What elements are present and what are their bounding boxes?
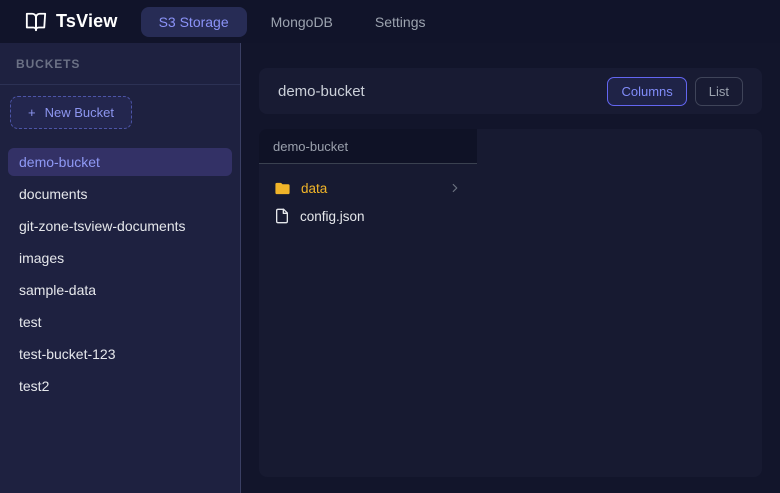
bucket-list: demo-bucket documents git-zone-tsview-docu…: [0, 137, 240, 412]
view-button-columns[interactable]: Columns: [607, 77, 686, 106]
sidebar: BUCKETS + New Bucket demo-bucket document…: [0, 43, 241, 493]
sidebar-item-images[interactable]: images: [8, 244, 232, 272]
sidebar-item-sample-data[interactable]: sample-data: [8, 276, 232, 304]
folder-icon: [274, 180, 291, 197]
file-icon: [274, 208, 290, 224]
sidebar-item-demo-bucket[interactable]: demo-bucket: [8, 148, 232, 176]
tab-s3-storage[interactable]: S3 Storage: [141, 7, 247, 37]
tab-settings[interactable]: Settings: [357, 7, 444, 37]
entry-label: data: [301, 181, 327, 196]
new-bucket-wrap: + New Bucket: [0, 85, 240, 137]
entry-config-json[interactable]: config.json: [265, 202, 471, 230]
sidebar-item-test[interactable]: test: [8, 308, 232, 336]
top-bar: TsView S3 StorageMongoDBSettings: [0, 0, 780, 43]
sidebar-item-test-bucket-123[interactable]: test-bucket-123: [8, 340, 232, 368]
book-open-icon: [25, 11, 47, 33]
nav-tabs: S3 StorageMongoDBSettings: [141, 7, 444, 37]
entry-data[interactable]: data: [265, 174, 471, 202]
plus-icon: +: [28, 105, 36, 120]
layout: BUCKETS + New Bucket demo-bucket document…: [0, 43, 780, 493]
app-title: TsView: [56, 11, 118, 32]
column-header: demo-bucket: [259, 129, 477, 164]
main-content: demo-bucket Columns List demo-bucket data c…: [241, 43, 780, 493]
buckets-section-title: BUCKETS: [0, 43, 240, 85]
sidebar-item-git-zone-tsview-documents[interactable]: git-zone-tsview-documents: [8, 212, 232, 240]
view-mode-buttons: Columns List: [607, 77, 743, 106]
sidebar-item-documents[interactable]: documents: [8, 180, 232, 208]
file-browser-panel: demo-bucket data config.json: [259, 129, 762, 477]
browser-column: demo-bucket data config.json: [259, 129, 477, 477]
view-button-list[interactable]: List: [695, 77, 743, 106]
chevron-right-icon: [448, 181, 462, 195]
sidebar-item-test2[interactable]: test2: [8, 372, 232, 400]
new-bucket-button[interactable]: + New Bucket: [10, 96, 132, 129]
column-items: data config.json: [259, 164, 477, 240]
tab-mongodb[interactable]: MongoDB: [253, 7, 351, 37]
entry-label: config.json: [300, 209, 365, 224]
new-bucket-label: New Bucket: [45, 105, 114, 120]
app-logo: TsView: [25, 11, 118, 33]
bucket-header-card: demo-bucket Columns List: [259, 68, 762, 114]
bucket-title: demo-bucket: [278, 83, 365, 100]
